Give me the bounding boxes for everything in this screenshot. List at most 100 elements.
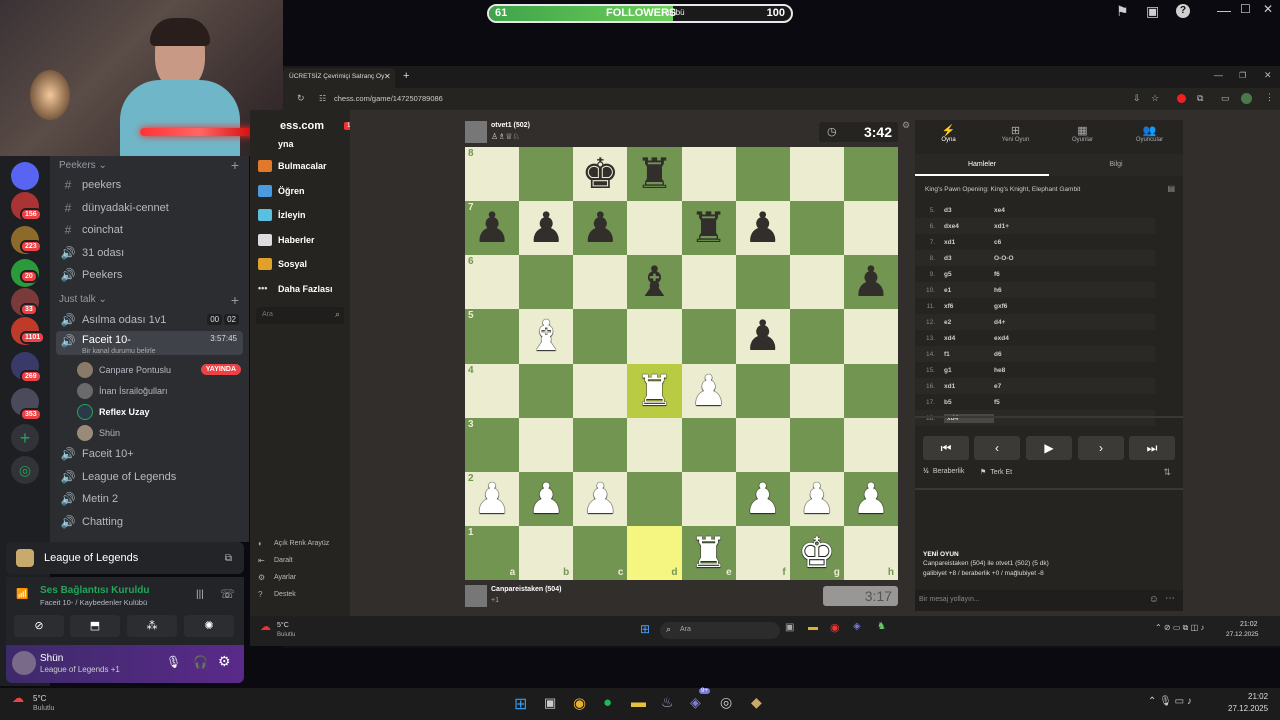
square-g6[interactable] bbox=[789, 255, 844, 310]
black-move[interactable]: e7 bbox=[994, 383, 1054, 390]
square-b6[interactable] bbox=[519, 255, 574, 310]
black-move[interactable]: O-O-O bbox=[994, 255, 1054, 262]
square-e7[interactable]: ♜ bbox=[681, 201, 736, 256]
minimize-button[interactable]: — bbox=[1217, 2, 1231, 18]
square-a1[interactable]: 1a bbox=[465, 525, 520, 580]
white-move[interactable]: g1 bbox=[944, 367, 994, 374]
square-h6[interactable]: ♟ bbox=[843, 255, 898, 310]
draw-button[interactable]: ½ Beraberlik bbox=[923, 468, 964, 475]
square-b5[interactable]: ♝ bbox=[519, 309, 574, 364]
white-move[interactable]: d3 bbox=[944, 255, 994, 262]
taskview-icon[interactable]: ▣ bbox=[544, 695, 556, 711]
category-just-talk[interactable]: Just talk ⌄ + bbox=[50, 291, 249, 309]
channel-31-odasi[interactable]: 🔊 31 odası bbox=[50, 242, 249, 265]
white-move[interactable]: e1 bbox=[944, 287, 994, 294]
profile-icon[interactable] bbox=[1241, 93, 1252, 104]
square-f7[interactable]: ♟ bbox=[735, 201, 790, 256]
voice-user[interactable]: Canpare Pontuslu YAYINDA bbox=[50, 359, 249, 380]
prev-move-button[interactable]: ‹ bbox=[974, 436, 1020, 460]
book-icon[interactable]: ▤ bbox=[1167, 184, 1175, 193]
black-move[interactable]: f5 bbox=[994, 399, 1054, 406]
voice-user[interactable]: Reflex Uzay bbox=[50, 401, 249, 422]
channel-dunyadaki-cennet[interactable]: # dünyadaki-cennet bbox=[50, 197, 249, 220]
explorer-icon[interactable]: ▬ bbox=[808, 622, 818, 633]
white-move[interactable]: g5 bbox=[944, 271, 994, 278]
browser-tab[interactable]: ÜCRETSİZ Çevrimiçi Satranç Oy ✕ bbox=[283, 68, 395, 88]
avatar[interactable] bbox=[12, 651, 36, 675]
chess-search[interactable]: Ara ⌕ bbox=[256, 307, 344, 324]
black-move[interactable]: f6 bbox=[994, 271, 1054, 278]
server-icon[interactable] bbox=[11, 162, 39, 190]
help-icon[interactable]: ? bbox=[1176, 4, 1190, 18]
channel-lol[interactable]: 🔊 League of Legends bbox=[50, 466, 249, 489]
nav-news[interactable]: Haberler bbox=[250, 228, 350, 253]
square-g2[interactable]: ♟ bbox=[789, 471, 844, 526]
start-icon[interactable]: ⊞ bbox=[640, 622, 650, 636]
noise-icon[interactable]: ||| bbox=[196, 589, 204, 600]
square-a5[interactable]: 5 bbox=[465, 309, 520, 364]
channel-peekers-voice[interactable]: 🔊 Peekers bbox=[50, 264, 249, 287]
tray-icons[interactable]: ⌃ ⊘ ▭ ⧉ ◫ ♪ bbox=[1155, 623, 1204, 633]
square-g5[interactable] bbox=[789, 309, 844, 364]
chess-piece[interactable]: ♝ bbox=[636, 261, 674, 303]
browser-minimize-icon[interactable]: — bbox=[1214, 70, 1223, 80]
tray-icons[interactable]: ⌃ 🎙 ▭ ♪ bbox=[1148, 696, 1192, 707]
square-b8[interactable] bbox=[519, 147, 574, 202]
square-g1[interactable]: g ♚ bbox=[789, 525, 844, 580]
white-move[interactable]: b5 bbox=[944, 399, 994, 406]
tab-play[interactable]: ⚡ Oyna bbox=[915, 120, 982, 154]
bookmark-icon[interactable]: ☆ bbox=[1151, 93, 1159, 104]
square-c7[interactable]: ♟ bbox=[573, 201, 628, 256]
square-f4[interactable] bbox=[735, 363, 790, 418]
square-f3[interactable] bbox=[735, 417, 790, 472]
square-f6[interactable] bbox=[735, 255, 790, 310]
chess-piece[interactable]: ♟ bbox=[581, 477, 619, 520]
chess-piece[interactable]: ♜ bbox=[636, 153, 674, 195]
discord-icon[interactable]: ◈ bbox=[690, 694, 701, 711]
close-button[interactable]: ✕ bbox=[1263, 2, 1273, 16]
chess-piece[interactable]: ♟ bbox=[798, 477, 836, 520]
reload-icon[interactable]: ↻ bbox=[297, 93, 305, 104]
nav-light-theme[interactable]: ◐ Açık Renk Arayüz bbox=[250, 535, 350, 552]
activity-card[interactable]: League of Legends ⧉ bbox=[6, 542, 244, 574]
black-move[interactable]: he8 bbox=[994, 367, 1054, 374]
add-channel-icon[interactable]: + bbox=[231, 292, 239, 308]
chess-piece[interactable]: ♟ bbox=[527, 477, 565, 520]
white-move[interactable]: e2 bbox=[944, 319, 994, 326]
square-c8[interactable]: ♚ bbox=[573, 147, 628, 202]
opening-name[interactable]: King's Pawn Opening: King's Knight, Elep… bbox=[925, 186, 1080, 193]
weather-temp[interactable]: 5°C bbox=[33, 694, 46, 703]
square-b1[interactable]: b bbox=[519, 525, 574, 580]
square-d6[interactable]: ♝ bbox=[627, 255, 682, 310]
white-move[interactable]: dxe4 bbox=[944, 223, 994, 230]
white-move[interactable]: xf6 bbox=[944, 303, 994, 310]
square-d8[interactable]: ♜ bbox=[627, 147, 682, 202]
square-g4[interactable] bbox=[789, 363, 844, 418]
chess-app-icon[interactable]: ♞ bbox=[877, 621, 886, 632]
square-b2[interactable]: ♟ bbox=[519, 471, 574, 526]
chess-board[interactable]: 8 ♚ ♜ 7 ♟ ♟ ♟ ♜ ♟ 6 ♝ ♟ 5 ♝ ♟ 4 ♜ ♟ 3 2 ♟ ♟ ♟ ♟ ♟ ♟ 1 a b c d e ♜ f g ♚ h bbox=[465, 147, 898, 580]
square-e8[interactable] bbox=[681, 147, 736, 202]
player-name[interactable]: Canpareistaken (504) bbox=[491, 586, 561, 593]
taskview-icon[interactable]: ▣ bbox=[785, 622, 794, 633]
weather-temp[interactable]: 5°C bbox=[277, 622, 289, 629]
chess-piece[interactable]: ♟ bbox=[852, 261, 890, 303]
black-move[interactable]: xd1+ bbox=[994, 223, 1054, 230]
disconnect-icon[interactable]: ☏ bbox=[220, 587, 235, 601]
square-f8[interactable] bbox=[735, 147, 790, 202]
square-d4[interactable]: ♜ bbox=[627, 363, 682, 418]
square-h1[interactable]: h bbox=[843, 525, 898, 580]
square-c3[interactable] bbox=[573, 417, 628, 472]
square-c6[interactable] bbox=[573, 255, 628, 310]
headphones-icon[interactable]: 🎧 bbox=[193, 655, 208, 669]
activities-icon[interactable]: ⁂ bbox=[127, 615, 177, 637]
channel-asilma-odasi[interactable]: 🔊 Asılma odası 1v1 00 02 bbox=[50, 309, 249, 332]
square-a8[interactable]: 8 bbox=[465, 147, 520, 202]
add-channel-icon[interactable]: + bbox=[231, 157, 239, 173]
category-peekers[interactable]: Peekers ⌄ + bbox=[50, 156, 249, 174]
black-move[interactable]: c6 bbox=[994, 239, 1054, 246]
nav-settings[interactable]: ⚙ Ayarlar bbox=[250, 569, 350, 586]
play-button[interactable]: ▶ bbox=[1026, 436, 1072, 460]
square-d5[interactable] bbox=[627, 309, 682, 364]
chrome-icon[interactable]: ◉ bbox=[830, 621, 840, 634]
